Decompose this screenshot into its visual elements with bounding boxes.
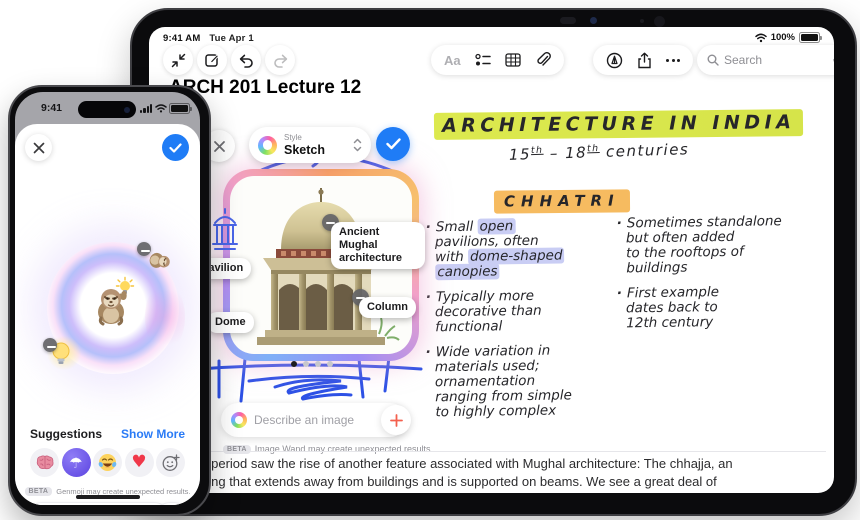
beta-badge: BETA — [24, 487, 53, 496]
share-button[interactable] — [637, 52, 652, 69]
sketch-thumbnail-icon — [212, 208, 238, 250]
mughal-pavilion-image — [257, 188, 400, 345]
note-bullets-right: · Sometimes standalone but often added to t… — [616, 213, 782, 332]
tag-column[interactable]: Column — [359, 297, 416, 318]
show-more-link[interactable]: Show More — [121, 427, 185, 441]
ipad-front-camera — [432, 15, 682, 27]
format-toolbar: Aa — [431, 45, 564, 75]
heart-emoji-suggestion[interactable]: ♥ — [124, 448, 154, 477]
apple-intelligence-marketing-shot: 9:41 AM Tue Apr 1 100% Aa Search ARCH 20… — [0, 0, 860, 520]
iphone-clock: 9:41 — [41, 102, 63, 114]
remove-accessory-button[interactable] — [43, 338, 57, 352]
umbrella-genmoji-suggestion-selected[interactable]: ☂ — [61, 448, 91, 477]
home-indicator[interactable] — [75, 495, 140, 499]
iphone-status-bar: 9:41 — [15, 99, 200, 118]
markup-pencil-button[interactable] — [606, 52, 623, 69]
battery-icon — [799, 32, 822, 43]
brain-emoji-suggestion[interactable] — [30, 448, 59, 477]
image-wand-beta-note: BETA Image Wand may create unexpected re… — [223, 444, 433, 454]
ipad-status-bar: 9:41 AM Tue Apr 1 100% — [149, 27, 834, 45]
image-playground-icon — [258, 135, 277, 155]
describe-image-placeholder: Describe an image — [254, 413, 355, 427]
style-value: Sketch — [284, 142, 325, 157]
more-options-button[interactable] — [666, 58, 680, 62]
left-toolbar — [163, 45, 295, 75]
wifi-icon — [754, 33, 767, 43]
dictation-mic-icon[interactable] — [833, 53, 834, 67]
umbrella-icon: ☂ — [69, 453, 83, 472]
ipad-clock: 9:41 AM — [163, 33, 201, 44]
heart-icon: ♥ — [131, 452, 147, 472]
cellular-signal-icon — [140, 104, 152, 113]
genmoji-sheet: Suggestions Show More ☂ ♥ BETA Genmoji m… — [15, 124, 200, 505]
table-button[interactable] — [504, 53, 521, 67]
search-field[interactable]: Search — [697, 45, 834, 75]
ipad-battery-percent: 100% — [770, 32, 795, 43]
suggestions-label: Suggestions — [30, 427, 103, 441]
chevron-up-down-icon — [353, 138, 362, 152]
battery-icon — [169, 103, 192, 114]
wifi-icon — [155, 104, 167, 113]
note-body-line: ning that extends away from buildings an… — [201, 474, 717, 489]
style-label: Style — [284, 132, 302, 142]
describe-genmoji-input[interactable]: Describe a Genmoji — [28, 502, 168, 505]
attachment-paperclip-button[interactable] — [535, 52, 551, 68]
image-playground-icon — [231, 412, 247, 428]
note-body-line: s period saw the rise of another feature… — [201, 456, 733, 471]
sloth-accessory-chip[interactable] — [137, 242, 175, 276]
accept-genmoji-button[interactable] — [162, 134, 189, 161]
accept-image-button[interactable] — [376, 127, 410, 161]
ipad-notes-app: 9:41 AM Tue Apr 1 100% Aa Search ARCH 20… — [149, 27, 834, 493]
tag-dome[interactable]: Dome — [207, 312, 254, 333]
tag-ancient-mughal-architecture[interactable]: Ancient Mughal architecture — [331, 222, 425, 269]
laughing-emoji-suggestion[interactable] — [93, 448, 122, 477]
tools-toolbar — [593, 45, 693, 75]
close-genmoji-button[interactable] — [25, 134, 52, 161]
note-section-chhatri: CHHATRI — [493, 189, 630, 214]
note-heading: ARCHITECTURE IN INDIA — [433, 109, 804, 140]
note-divider — [157, 451, 826, 452]
emoji-suggestions-row: ☂ ♥ — [15, 448, 200, 477]
search-placeholder: Search — [724, 53, 763, 67]
undo-button[interactable] — [231, 45, 261, 75]
iphone-genmoji-screen: 9:41 Suggestions Show More ☂ ♥ BETA Genm… — [15, 92, 200, 505]
beta-badge: BETA — [223, 444, 251, 454]
redo-button[interactable] — [265, 45, 295, 75]
note-subheading: 15th – 18th centuries — [508, 140, 690, 164]
note-bullets-left: · Small open pavilions, often with dome-sha… — [425, 218, 572, 421]
text-format-button[interactable]: Aa — [444, 53, 461, 68]
dynamic-island — [78, 101, 136, 118]
add-image-button[interactable] — [381, 405, 411, 435]
checklist-button[interactable] — [474, 53, 491, 67]
iphone-device: 9:41 Suggestions Show More ☂ ♥ BETA Genm… — [8, 85, 211, 516]
compose-note-button[interactable] — [197, 45, 227, 75]
describe-image-input[interactable]: Describe an image — [221, 403, 407, 437]
sloth-genmoji — [98, 276, 135, 326]
style-picker[interactable]: Style Sketch — [249, 127, 371, 163]
image-variant-dots[interactable] — [291, 361, 333, 367]
ipad-device: 9:41 AM Tue Apr 1 100% Aa Search ARCH 20… — [130, 8, 857, 516]
remove-accessory-button[interactable] — [137, 242, 151, 256]
lightbulb-accessory-chip[interactable] — [43, 336, 81, 370]
ipad-date: Tue Apr 1 — [209, 33, 254, 44]
new-genmoji-button[interactable] — [156, 448, 185, 477]
collapse-toolbar-button[interactable] — [163, 45, 193, 75]
search-icon — [707, 54, 719, 66]
